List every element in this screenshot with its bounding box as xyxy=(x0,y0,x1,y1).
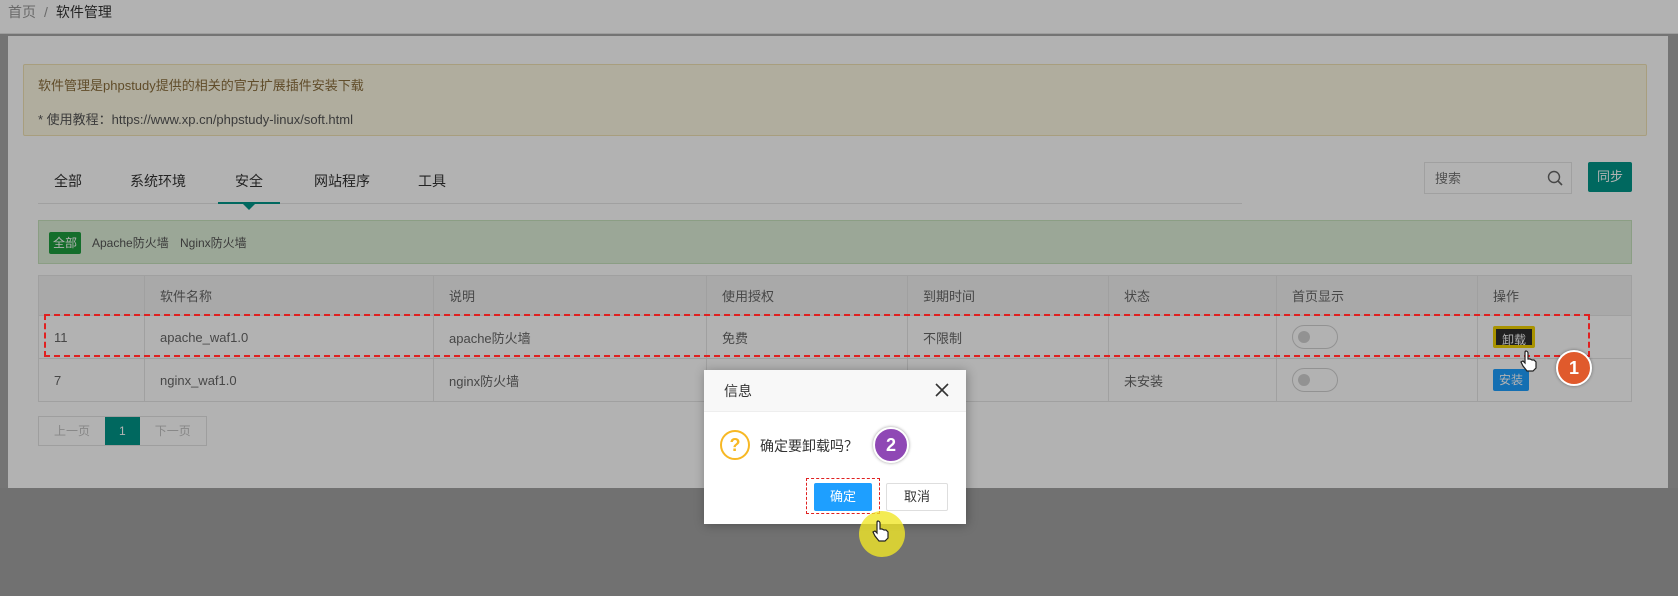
dialog-title: 信息 xyxy=(704,370,966,412)
question-icon: ? xyxy=(720,430,750,460)
hand-cursor-icon xyxy=(872,520,889,542)
step-badge-1: 1 xyxy=(1556,350,1592,386)
close-icon[interactable] xyxy=(934,382,950,398)
step-badge-2: 2 xyxy=(873,427,909,463)
confirm-button[interactable]: 确定 xyxy=(814,483,872,511)
confirm-dialog: 信息 ? 确定要卸载吗？ 确定 取消 xyxy=(704,370,966,524)
dialog-message: 确定要卸载吗？ xyxy=(760,438,858,454)
hand-cursor-icon xyxy=(1520,350,1537,372)
cancel-button[interactable]: 取消 xyxy=(886,483,948,511)
